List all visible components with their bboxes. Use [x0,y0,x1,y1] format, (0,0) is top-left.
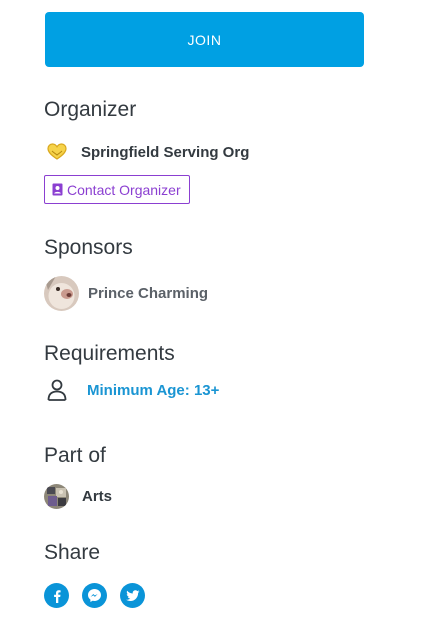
sponsor-item[interactable]: Prince Charming [44,276,208,311]
join-button[interactable]: JOIN [45,12,364,67]
part-of-name[interactable]: Arts [82,488,112,505]
dog-avatar [44,276,79,311]
heart-hands-icon [46,141,68,163]
arts-avatar [44,484,69,509]
organizer-heading: Organizer [44,98,137,121]
organizer-name[interactable]: Springfield Serving Org [81,144,249,161]
contact-card-icon [52,183,63,196]
organizer-row[interactable]: Springfield Serving Org [46,141,249,163]
contact-organizer-button[interactable]: Contact Organizer [44,175,190,204]
share-icons [44,583,158,608]
contact-organizer-label: Contact Organizer [67,181,181,198]
part-of-heading: Part of [44,444,106,467]
sponsor-name[interactable]: Prince Charming [88,285,208,302]
requirements-heading: Requirements [44,342,175,365]
facebook-icon[interactable] [44,583,69,608]
twitter-icon[interactable] [120,583,145,608]
requirement-item: Minimum Age: 13+ [46,378,219,402]
messenger-icon[interactable] [82,583,107,608]
share-heading: Share [44,541,101,564]
person-icon [46,378,68,402]
sponsors-heading: Sponsors [44,236,133,259]
requirement-text: Minimum Age: 13+ [87,381,220,399]
part-of-item[interactable]: Arts [44,484,112,509]
